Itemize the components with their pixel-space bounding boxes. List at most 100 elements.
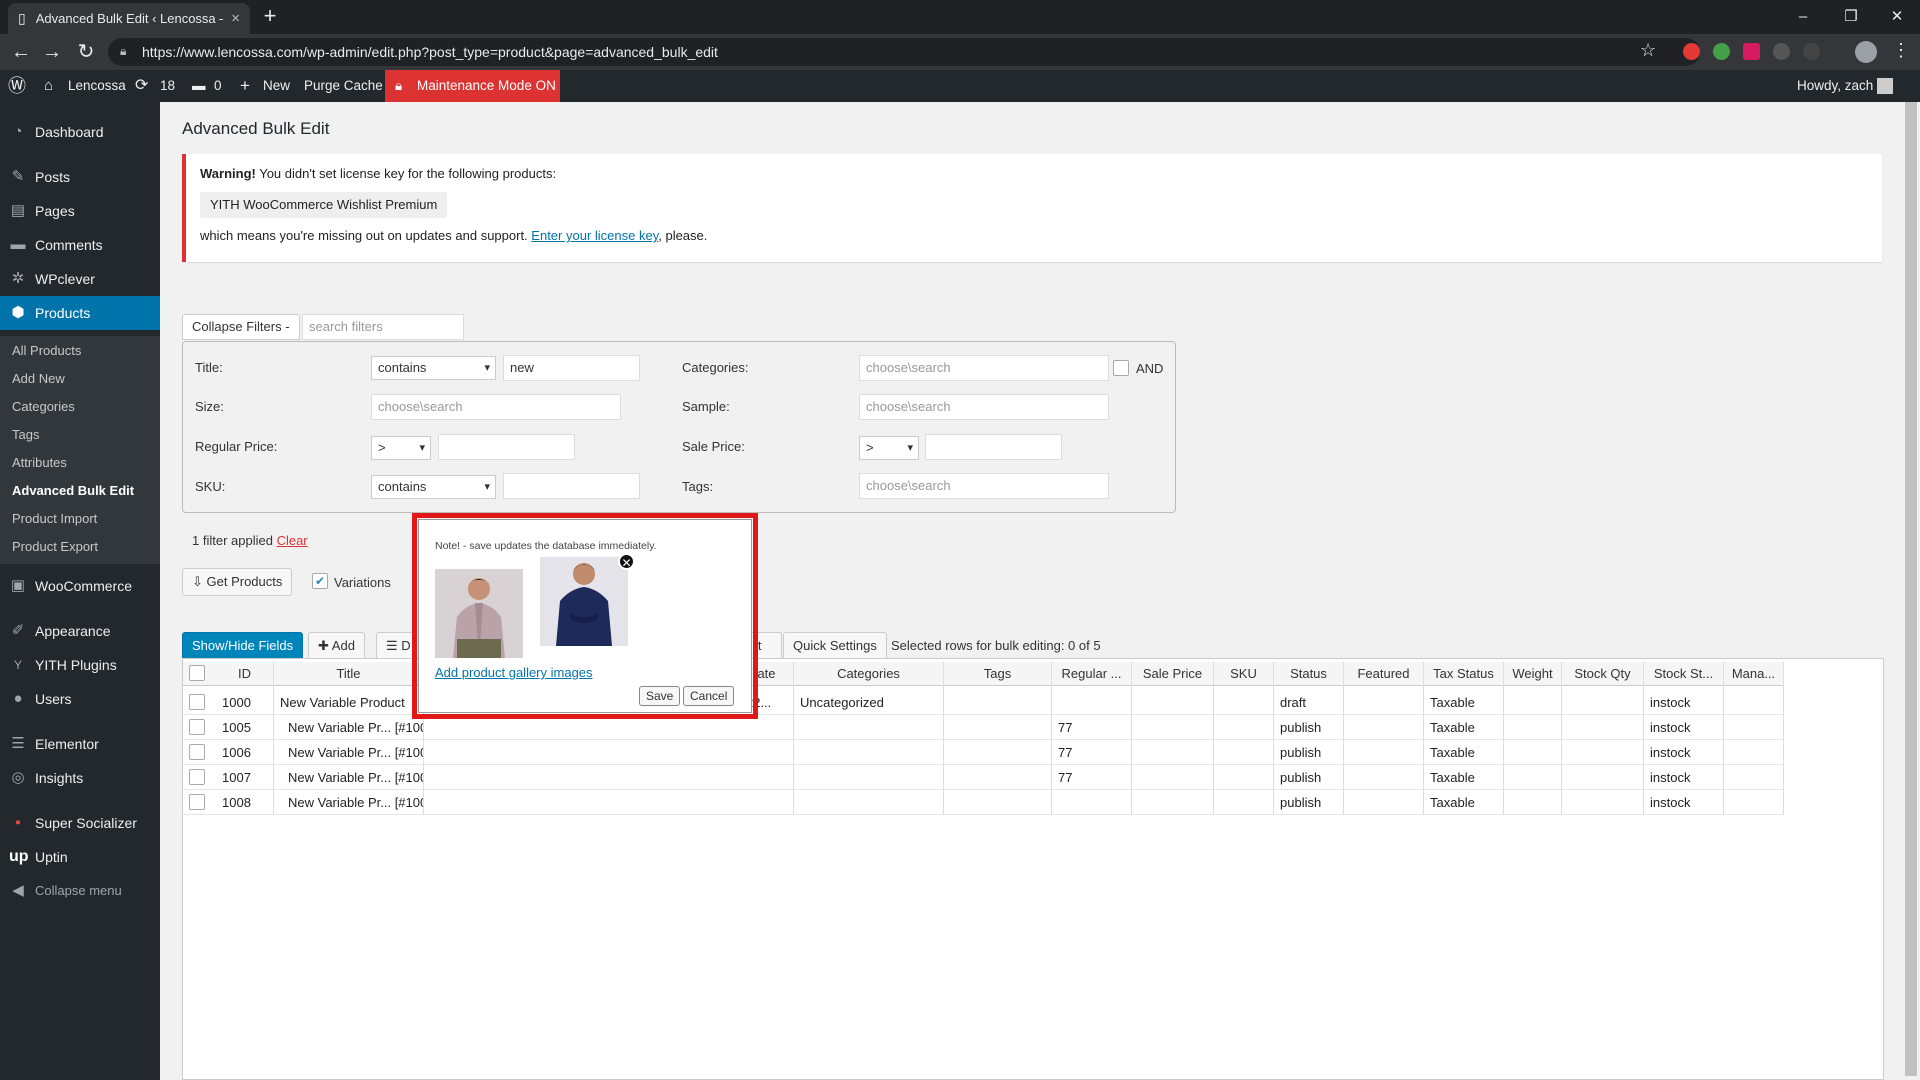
submenu-attributes[interactable]: Attributes — [12, 449, 67, 477]
row-checkbox[interactable] — [189, 744, 205, 760]
sku-value-input[interactable] — [503, 473, 640, 499]
submenu-all-products[interactable]: All Products — [12, 337, 81, 365]
comments-count[interactable]: 0 — [214, 70, 222, 102]
scrollbar-thumb[interactable] — [1905, 102, 1917, 1076]
cell-regular[interactable]: 77 — [1052, 740, 1132, 765]
tags-filter-input[interactable]: choose\search — [859, 473, 1109, 499]
regular-price-operator-select[interactable]: > — [371, 436, 431, 460]
sidebar-item-wpclever[interactable]: ✲ WPclever — [0, 262, 160, 296]
column-header[interactable]: Featured — [1344, 662, 1424, 686]
sidebar-item-comments[interactable]: ▬ Comments — [0, 228, 160, 262]
column-header[interactable]: ID — [216, 662, 274, 686]
extension-icon[interactable] — [1743, 43, 1760, 60]
close-window-icon[interactable]: ✕ — [1874, 4, 1920, 30]
cell-status[interactable]: publish — [1274, 740, 1344, 765]
cell-regular[interactable] — [1052, 790, 1132, 815]
cell-stock[interactable]: instock — [1644, 790, 1724, 815]
get-products-button[interactable]: ⇩ Get Products — [182, 568, 293, 596]
lock-icon[interactable]: 🔒︎ — [120, 44, 134, 58]
column-header[interactable]: Stock Qty — [1562, 662, 1644, 686]
cell-tax[interactable]: Taxable — [1424, 790, 1504, 815]
add-gallery-images-link[interactable]: Add product gallery images — [435, 665, 593, 680]
cell-id[interactable]: 1007 — [216, 765, 274, 790]
sidebar-item-pages[interactable]: ▤ Pages — [0, 194, 160, 228]
cell-id[interactable]: 1006 — [216, 740, 274, 765]
cell-date[interactable] — [740, 765, 794, 790]
cell-regular[interactable]: 77 — [1052, 715, 1132, 740]
maintenance-mode-badge[interactable]: 🔒︎ Maintenance Mode ON — [385, 70, 560, 102]
column-header[interactable]: Categories — [794, 662, 944, 686]
sidebar-item-woocommerce[interactable]: ▣ WooCommerce — [0, 569, 160, 603]
new-menu[interactable]: New — [263, 70, 290, 102]
sidebar-item-elementor[interactable]: ☰ Elementor — [0, 727, 160, 761]
cell-regular[interactable]: 77 — [1052, 765, 1132, 790]
collapse-filters-button[interactable]: Collapse Filters - — [182, 314, 300, 340]
submenu-tags[interactable]: Tags — [12, 421, 39, 449]
forward-icon[interactable]: → — [40, 40, 64, 64]
delete-button[interactable]: ☰ D — [376, 632, 416, 660]
cell-date[interactable] — [740, 790, 794, 815]
sidebar-item-products[interactable]: ⬢ Products — [0, 296, 160, 330]
howdy-user[interactable]: Howdy, zach — [1797, 70, 1873, 102]
sidebar-item-posts[interactable]: ✎ Posts — [0, 160, 160, 194]
cell-categories[interactable] — [794, 790, 944, 815]
minimize-icon[interactable]: – — [1780, 4, 1826, 30]
column-header[interactable]: Mana... — [1724, 662, 1784, 686]
submenu-product-import[interactable]: Product Import — [12, 505, 97, 533]
row-checkbox[interactable] — [189, 694, 205, 710]
address-bar[interactable]: https://www.lencossa.com/wp-admin/edit.p… — [108, 38, 1700, 66]
cell-title[interactable]: New Variable Pr... [#1000 var] (L) — [274, 765, 424, 790]
cell-stock[interactable]: instock — [1644, 740, 1724, 765]
sidebar-item-insights[interactable]: ◎ Insights — [0, 761, 160, 795]
cell-title[interactable]: New Variable Pr... [#1000 var] (M) — [274, 740, 424, 765]
cell-stock[interactable]: instock — [1644, 715, 1724, 740]
cell-regular[interactable] — [1052, 690, 1132, 715]
sidebar-item-yith[interactable]: Y YITH Plugins — [0, 648, 160, 682]
gallery-image-1[interactable] — [435, 569, 523, 658]
cell-categories[interactable]: Uncategorized — [794, 690, 944, 715]
sku-operator-select[interactable]: contains — [371, 475, 496, 499]
avatar[interactable] — [1877, 78, 1893, 94]
save-button[interactable]: Save — [639, 686, 681, 706]
row-checkbox[interactable] — [189, 794, 205, 810]
cell-tax[interactable]: Taxable — [1424, 740, 1504, 765]
title-operator-select[interactable]: contains — [371, 356, 496, 380]
cell-id[interactable]: 1000 — [216, 690, 274, 715]
title-value-input[interactable]: new — [503, 355, 640, 381]
new-tab-button[interactable]: + — [259, 5, 281, 28]
close-tab-icon[interactable]: × — [231, 10, 240, 27]
restore-icon[interactable]: ❐ — [1828, 4, 1874, 30]
cell-status[interactable]: draft — [1274, 690, 1344, 715]
cell-date[interactable] — [740, 740, 794, 765]
column-header[interactable]: Stock St... — [1644, 662, 1724, 686]
cell-tax[interactable]: Taxable — [1424, 715, 1504, 740]
cell-tax[interactable]: Taxable — [1424, 765, 1504, 790]
cell-status[interactable]: publish — [1274, 790, 1344, 815]
sidebar-item-appearance[interactable]: ✐ Appearance — [0, 614, 160, 648]
cell-stock[interactable]: instock — [1644, 765, 1724, 790]
browser-tab[interactable]: ▯ Advanced Bulk Edit ‹ Lencossa — × — [8, 3, 250, 34]
categories-filter-input[interactable]: choose\search — [859, 355, 1109, 381]
remove-image-icon[interactable]: ✕ — [618, 553, 635, 570]
submenu-add-new[interactable]: Add New — [12, 365, 65, 393]
sidebar-item-super-socializer[interactable]: ▪ Super Socializer — [0, 806, 160, 840]
back-icon[interactable]: ← — [9, 40, 33, 64]
sidebar-item-dashboard[interactable]: ◔ Dashboard — [0, 115, 160, 149]
column-header[interactable]: Title — [274, 662, 424, 686]
wordpress-logo-icon[interactable]: Ⓦ — [8, 70, 26, 102]
profile-avatar[interactable] — [1855, 41, 1877, 63]
extension-icon[interactable] — [1683, 43, 1700, 60]
cell-id[interactable]: 1005 — [216, 715, 274, 740]
browser-menu-icon[interactable]: ⋮ — [1892, 40, 1910, 61]
column-header[interactable]: Status — [1274, 662, 1344, 686]
cell-title[interactable]: New Variable Pr... [#1000 var] (S) — [274, 715, 424, 740]
submenu-product-export[interactable]: Product Export — [12, 533, 98, 561]
cell-stock[interactable]: instock — [1644, 690, 1724, 715]
regular-price-input[interactable] — [438, 434, 575, 460]
site-name[interactable]: Lencossa — [68, 70, 126, 102]
add-button[interactable]: ✚ Add — [308, 632, 365, 660]
cell-categories[interactable] — [794, 715, 944, 740]
search-filters-input[interactable]: search filters — [302, 314, 464, 340]
sidebar-item-users[interactable]: ● Users — [0, 682, 160, 716]
collapse-menu[interactable]: ◀ Collapse menu — [0, 874, 160, 908]
